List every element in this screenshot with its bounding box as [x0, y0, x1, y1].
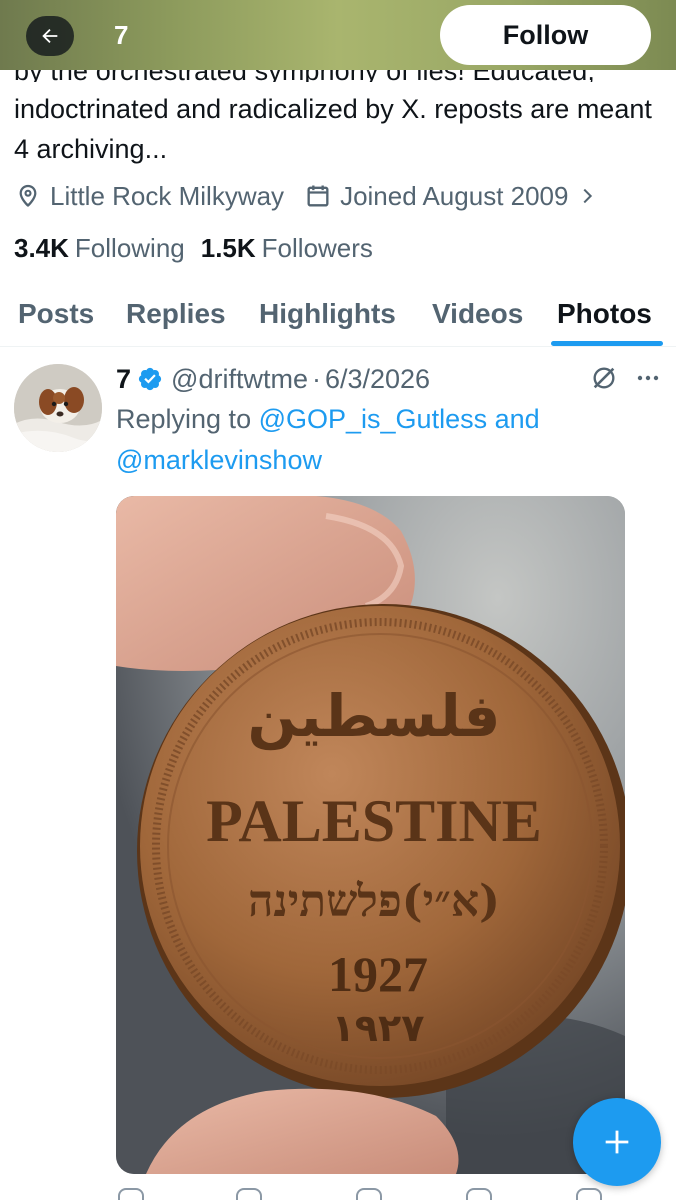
profile-bio: indoctrinated and radicalized by X. repo…	[14, 94, 652, 164]
tab-videos[interactable]: Videos	[432, 282, 523, 346]
back-button[interactable]	[26, 16, 74, 56]
header-profile-name: 7	[114, 20, 129, 50]
joined-text: Joined August 2009	[340, 180, 569, 211]
reply-user-link-2[interactable]: @marklevinshow	[116, 445, 322, 475]
tab-photos[interactable]: Photos	[557, 282, 652, 346]
location-text: Little Rock Milkyway	[50, 180, 285, 211]
followers-label[interactable]: Followers	[262, 233, 373, 264]
tweet-handle[interactable]: @driftwtme	[171, 364, 308, 395]
tab-replies[interactable]: Replies	[126, 282, 226, 346]
more-options-icon[interactable]	[634, 368, 662, 388]
replying-to-label: Replying to	[116, 404, 252, 434]
share-icon[interactable]	[576, 1188, 602, 1200]
bio-cut-text: by the orchestrated symphony of lies! Ed…	[14, 70, 595, 82]
coin-year-text: 1927	[328, 946, 428, 1002]
reply-and-text[interactable]: and	[495, 404, 540, 434]
coin-hebrew-text: (א״י)פלשתינה	[248, 876, 500, 927]
tab-highlights[interactable]: Highlights	[259, 282, 396, 346]
reply-user-link[interactable]: @GOP_is_Gutless	[259, 404, 488, 434]
tweet-date[interactable]: 6/3/2026	[325, 364, 430, 395]
coin-english-text: PALESTINE	[206, 788, 542, 854]
tweet-actions-peek	[116, 1188, 656, 1200]
views-icon[interactable]	[466, 1188, 492, 1200]
tabs-divider	[0, 346, 676, 347]
compose-button[interactable]	[573, 1098, 661, 1186]
location-item: Little Rock Milkyway	[14, 181, 284, 212]
avatar[interactable]	[14, 364, 102, 452]
tab-posts[interactable]: Posts	[18, 282, 94, 346]
plus-icon	[605, 1130, 629, 1154]
profile-tabs: Posts Replies Highlights Videos Photos	[0, 282, 676, 346]
coin-arabic-text: فلسطين	[247, 682, 500, 751]
repost-icon[interactable]	[236, 1188, 262, 1200]
arrow-left-icon	[42, 28, 58, 44]
chevron-right-icon	[584, 188, 593, 204]
follow-button[interactable]: Follow	[440, 5, 651, 65]
joined-item[interactable]: Joined August 2009	[304, 181, 598, 212]
following-count[interactable]: 3.4K	[14, 233, 69, 264]
bio-cut-line: by the orchestrated symphony of lies! Ed…	[0, 70, 676, 82]
tweet-separator: ·	[311, 363, 321, 394]
tweet-header: 7 @driftwtme · 6/3/2026	[116, 359, 430, 399]
coin-year-arabic-text: ١٩٢٧	[332, 1006, 425, 1050]
profile-meta: Little Rock Milkyway Joined August 2009	[14, 176, 618, 216]
followers-count[interactable]: 1.5K	[201, 233, 256, 264]
following-label[interactable]: Following	[75, 233, 185, 264]
tweet-photo[interactable]: فلسطين PALESTINE (א״י)פלשתינה 1927 ١٩٢٧	[116, 496, 625, 1174]
verified-badge-icon	[137, 366, 163, 392]
like-icon[interactable]	[356, 1188, 382, 1200]
calendar-icon	[304, 182, 332, 210]
reply-icon[interactable]	[118, 1188, 144, 1200]
replying-to: Replying to @GOP_is_Gutless and @marklev…	[116, 399, 656, 481]
follow-stats: 3.4K Following 1.5K Followers	[14, 229, 389, 267]
location-pin-icon	[14, 182, 42, 210]
grok-icon[interactable]	[590, 364, 618, 392]
tweet-author-name[interactable]: 7	[116, 364, 131, 395]
